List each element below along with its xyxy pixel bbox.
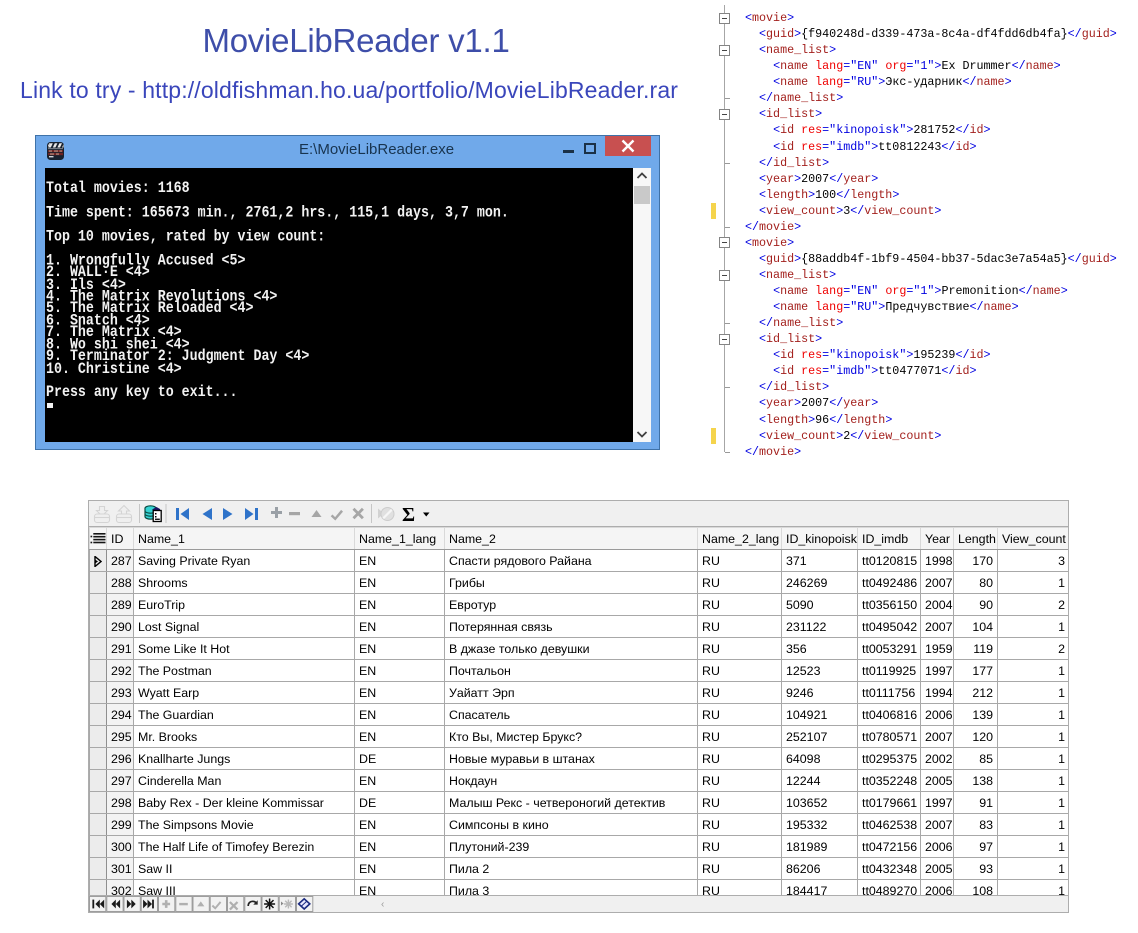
svg-text:Σ: Σ <box>402 504 415 526</box>
svg-text:‹: ‹ <box>381 899 384 910</box>
